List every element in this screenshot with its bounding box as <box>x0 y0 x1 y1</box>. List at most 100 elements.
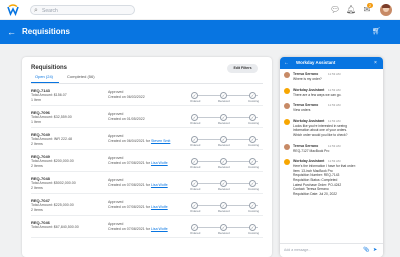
check-icon: ✓ <box>250 225 255 230</box>
check-icon: ✓ <box>221 159 226 164</box>
row-divider <box>31 215 263 216</box>
tab-completed[interactable]: Completed (56) <box>67 74 95 80</box>
tracker-step-node: ✓ <box>191 114 198 121</box>
tracker-step-node: ✓ <box>249 158 256 165</box>
order-progress-tracker: ✓ Ordered ✓ Received ✓ Invoicing <box>190 179 262 191</box>
tracker-step-label: Received <box>218 209 230 213</box>
user-avatar[interactable] <box>380 4 392 16</box>
tracker-step-node: ✓ <box>249 114 256 121</box>
message-line: View orders <box>293 108 311 113</box>
message-text: Looks like you're interested in seeing in… <box>293 124 379 138</box>
message-sender: Teresa Serrano <box>293 103 319 108</box>
message-line: There are a few ways we can go. <box>293 92 342 97</box>
close-icon[interactable]: × <box>374 59 377 67</box>
requisition-items: 2 Items <box>31 164 43 168</box>
tracker-step-label: Invoicing <box>248 143 260 147</box>
tab-open[interactable]: Open (24) <box>35 74 53 80</box>
created-for-link[interactable]: Steven Smit <box>151 139 170 143</box>
tracker-step-node: ✓ <box>220 92 227 99</box>
tracker-step-label: Invoicing <box>248 121 260 125</box>
order-progress-tracker: ✓ Ordered ✓ Received ✓ Invoicing <box>190 113 262 125</box>
requisition-items: 1 Item <box>31 98 41 102</box>
tracker-step-node: ✓ <box>191 180 198 187</box>
requisition-row[interactable]: REQ-7096 Total Amount: $32,559.00 1 Item Ap… <box>22 109 272 128</box>
tracker-step-label: Ordered <box>190 99 201 103</box>
requisition-row[interactable]: REQ-7049 Total Amount: $200,000.00 2 Items… <box>22 153 272 172</box>
assistant-avatar <box>284 159 290 166</box>
row-divider <box>31 127 263 128</box>
workday-logo-icon[interactable] <box>7 4 19 16</box>
message-line: Requisition Date: Jul 20, 2022 <box>293 191 337 196</box>
created-date: Created on 06/04/2021 for <box>108 139 151 143</box>
requisition-row[interactable]: REQ-7047 Total Amount: $225,000.00 2 Items… <box>22 197 272 216</box>
requisition-items: 2 Items <box>31 142 43 146</box>
send-icon[interactable]: ➤ <box>373 247 377 254</box>
paperclip-icon[interactable]: 📎︎ <box>363 247 369 254</box>
cart-icon[interactable]: 🛒︎ <box>372 27 381 37</box>
user-avatar <box>284 103 290 110</box>
created-date: Created on 07/08/2021 for <box>108 183 151 187</box>
notification-badge: 2 <box>367 3 373 8</box>
order-progress-tracker: ✓ Ordered ✓ Received ✓ Invoicing <box>190 135 262 147</box>
arrow-left-icon[interactable]: ← <box>284 59 289 67</box>
chat-icon[interactable]: 💬︎ <box>330 5 340 15</box>
created-for-link[interactable]: Lisa Wolfe <box>151 161 168 165</box>
message-text: Here's the information I have for that o… <box>293 164 379 196</box>
message-sender: Teresa Serrano <box>293 72 319 76</box>
created-date: Created on 07/08/2021 for <box>108 227 151 231</box>
tracker-step-node: ✓ <box>220 158 227 165</box>
message-time: 11:53 AM <box>328 72 341 76</box>
row-divider <box>31 193 263 194</box>
tracker-step-node: ✓ <box>249 202 256 209</box>
check-icon: ✓ <box>250 181 255 186</box>
tracker-step-label: Received <box>218 187 230 191</box>
message-text: There are a few ways we can go. <box>293 93 379 98</box>
search-placeholder: Search <box>42 8 58 14</box>
page-title: Requisitions <box>22 27 71 36</box>
created-date: Created on 01/05/2022 <box>108 117 145 121</box>
message-line: REQ-7127 MacBook Pro <box>293 148 330 153</box>
tracker-step-label: Invoicing <box>248 187 260 191</box>
requisition-created: Created on 06/04/2021 for Steven Smit <box>108 139 170 144</box>
panel-title: Requisitions <box>31 65 68 71</box>
tracker-step-node: ✓ <box>191 202 198 209</box>
tracker-step-label: Invoicing <box>248 165 260 169</box>
tracker-step-label: Received <box>218 121 230 125</box>
user-avatar <box>284 143 290 150</box>
user-avatar <box>284 72 290 78</box>
requisition-row[interactable]: REQ-7143 Total Amount: $156.07 1 Item Appro… <box>22 87 272 106</box>
chat-message-input[interactable]: Add a message... 📎︎ ➤ <box>280 243 383 257</box>
requisition-items: 2 Items <box>31 186 43 190</box>
tracker-step-label: Received <box>218 231 230 235</box>
edit-filters-button[interactable]: Edit Filters <box>227 64 258 73</box>
check-icon: ✓ <box>250 93 255 98</box>
tracker-step-label: Received <box>218 143 230 147</box>
tracker-step-node: ✓ <box>249 92 256 99</box>
requisition-created: Created on 01/05/2022 <box>108 117 145 122</box>
requisition-row[interactable]: REQ-7048 Total Amount: $5002,000.00 2 Item… <box>22 175 272 194</box>
requisition-row[interactable]: REQ-7046 Total Amount: $67,840,500.00 Appr… <box>22 219 272 238</box>
created-for-link[interactable]: Lisa Wolfe <box>151 227 168 231</box>
chat-input-placeholder: Add a message... <box>284 248 312 252</box>
search-input[interactable]: ⌕ Search <box>30 5 135 15</box>
check-icon: ✓ <box>250 115 255 120</box>
requisition-created: Created on 07/08/2021 for Lisa Wolfe <box>108 205 168 210</box>
tracker-step-label: Invoicing <box>248 231 260 235</box>
requisition-created: Created on 07/08/2021 for Lisa Wolfe <box>108 161 168 166</box>
check-icon: ✓ <box>192 181 197 186</box>
requisition-row[interactable]: REQ-7049 Total Amount: INR 222.48 2 Items A… <box>22 131 272 150</box>
tab-divider <box>31 83 263 84</box>
tracker-step-label: Ordered <box>190 187 201 191</box>
check-icon: ✓ <box>192 203 197 208</box>
created-for-link[interactable]: Lisa Wolfe <box>151 183 168 187</box>
requisitions-panel: Requisitions Edit Filters Open (24) Comp… <box>22 57 272 257</box>
tracker-step-node: ✓ <box>191 136 198 143</box>
assistant-avatar <box>284 87 290 94</box>
check-icon: ✓ <box>221 137 226 142</box>
tracker-step-label: Received <box>218 99 230 103</box>
created-for-link[interactable]: Lisa Wolfe <box>151 205 168 209</box>
tracker-step-node: ✓ <box>249 136 256 143</box>
tracker-step-label: Invoicing <box>248 99 260 103</box>
bell-icon[interactable]: 🔔︎ <box>346 5 356 15</box>
arrow-left-icon[interactable]: ← <box>7 26 16 38</box>
